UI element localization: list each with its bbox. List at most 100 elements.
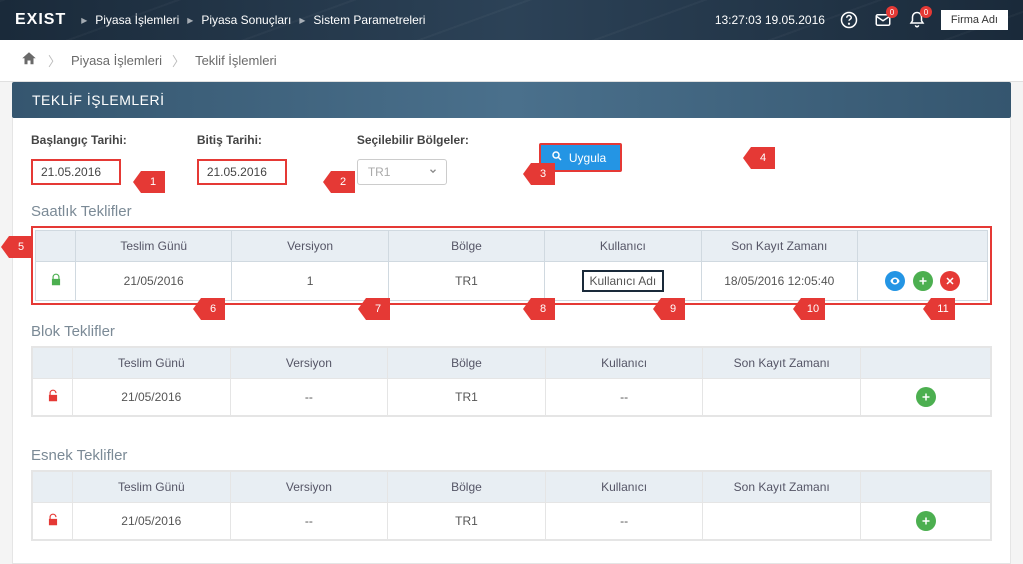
cell-region: TR1	[388, 379, 546, 416]
section-title-hourly: Saatlık Teklifler	[31, 203, 992, 220]
top-right: 13:27:03 19.05.2016 0 0 Firma Adı	[715, 10, 1008, 30]
table-row: 21/05/2016 -- TR1 --	[33, 503, 991, 540]
col-versiyon: Versiyon	[230, 348, 388, 379]
filter-region: Seçilebilir Bölgeler: TR1	[357, 133, 469, 185]
col-teslim: Teslim Günü	[76, 231, 232, 262]
region-select-value: TR1	[368, 165, 391, 179]
col-actions	[861, 472, 991, 503]
mail-icon[interactable]: 0	[873, 10, 893, 30]
bell-badge: 0	[920, 6, 932, 18]
col-lock	[33, 348, 73, 379]
cell-actions	[861, 379, 991, 416]
logo: EXIST	[15, 11, 66, 29]
table-header-row: Teslim Günü Versiyon Bölge Kullanıcı Son…	[33, 472, 991, 503]
breadcrumb: 〉 Piyasa İşlemleri 〉 Teklif İşlemleri	[0, 40, 1023, 82]
start-date-input[interactable]	[31, 159, 121, 185]
nav-piyasa-islemleri[interactable]: Piyasa İşlemleri	[95, 13, 179, 27]
table-header-row: Teslim Günü Versiyon Bölge Kullanıcı Son…	[33, 348, 991, 379]
end-date-label: Bitiş Tarihi:	[197, 133, 287, 147]
cell-date: 21/05/2016	[73, 503, 231, 540]
chevron-right-icon: 〉	[172, 51, 185, 70]
col-actions	[861, 348, 991, 379]
user-box: Kullanıcı Adı	[582, 270, 665, 292]
content-wrap: Başlangıç Tarihi: Bitiş Tarihi: Seçilebi…	[12, 118, 1011, 564]
annotation-11: 11	[931, 298, 955, 320]
table-row: 21/05/2016 1 TR1 Kullanıcı Adı 18/05/201…	[36, 262, 988, 301]
nav-sistem-parametreleri[interactable]: Sistem Parametreleri	[313, 13, 425, 27]
firm-name-box[interactable]: Firma Adı	[941, 10, 1008, 30]
add-button[interactable]	[916, 387, 936, 407]
filter-start-date: Başlangıç Tarihi:	[31, 133, 127, 185]
annotation-8: 8	[531, 298, 555, 320]
help-icon[interactable]	[839, 10, 859, 30]
add-button[interactable]	[913, 271, 933, 291]
hourly-table-wrap: 5 Teslim Günü Versiyon Bölge Kullanıcı S…	[31, 226, 992, 305]
end-date-input[interactable]	[197, 159, 287, 185]
chevron-right-icon: ▸	[187, 13, 193, 27]
hourly-table: Teslim Günü Versiyon Bölge Kullanıcı Son…	[35, 230, 988, 301]
filter-end-date: Bitiş Tarihi:	[197, 133, 287, 185]
mail-badge: 0	[886, 6, 898, 18]
cell-last	[703, 503, 861, 540]
col-lock	[33, 472, 73, 503]
annotation-6: 6	[201, 298, 225, 320]
cell-region: TR1	[388, 262, 544, 301]
cell-version: --	[230, 379, 388, 416]
breadcrumb-item: Teklif İşlemleri	[195, 53, 277, 68]
lock-cell[interactable]	[33, 379, 73, 416]
start-date-label: Başlangıç Tarihi:	[31, 133, 127, 147]
region-label: Seçilebilir Bölgeler:	[357, 133, 469, 147]
bell-icon[interactable]: 0	[907, 10, 927, 30]
annotation-4: 4	[751, 147, 775, 169]
cell-last	[703, 379, 861, 416]
col-sonkayit: Son Kayıt Zamanı	[703, 472, 861, 503]
breadcrumb-item[interactable]: Piyasa İşlemleri	[71, 53, 162, 68]
annotation-7: 7	[366, 298, 390, 320]
annotation-10: 10	[801, 298, 825, 320]
cell-date: 21/05/2016	[73, 379, 231, 416]
col-versiyon: Versiyon	[230, 472, 388, 503]
apply-button-label: Uygula	[569, 151, 606, 165]
add-button[interactable]	[916, 511, 936, 531]
annotation-2: 2	[331, 171, 355, 193]
cell-user: --	[545, 379, 703, 416]
col-versiyon: Versiyon	[232, 231, 388, 262]
table-header-row: Teslim Günü Versiyon Bölge Kullanıcı Son…	[36, 231, 988, 262]
home-icon[interactable]	[20, 50, 38, 71]
annotation-5: 5	[9, 236, 33, 258]
col-bolge: Bölge	[388, 472, 546, 503]
view-button[interactable]	[885, 271, 905, 291]
flex-table-frame: Teslim Günü Versiyon Bölge Kullanıcı Son…	[31, 470, 992, 541]
cell-actions	[858, 262, 988, 301]
table-row: 21/05/2016 -- TR1 --	[33, 379, 991, 416]
annotation-9: 9	[661, 298, 685, 320]
cell-region: TR1	[388, 503, 546, 540]
block-table: Teslim Günü Versiyon Bölge Kullanıcı Son…	[32, 347, 991, 416]
col-teslim: Teslim Günü	[73, 348, 231, 379]
col-sonkayit: Son Kayıt Zamanı	[701, 231, 857, 262]
page-title: TEKLİF İŞLEMLERİ	[12, 82, 1011, 118]
chevron-right-icon: ▸	[81, 13, 87, 27]
cell-version: --	[230, 503, 388, 540]
region-select[interactable]: TR1	[357, 159, 447, 185]
cell-last: 18/05/2016 12:05:40	[701, 262, 857, 301]
datetime-display: 13:27:03 19.05.2016	[715, 13, 825, 27]
top-bar: EXIST ▸ Piyasa İşlemleri ▸ Piyasa Sonuçl…	[0, 0, 1023, 40]
cell-user: --	[545, 503, 703, 540]
nav-piyasa-sonuclari[interactable]: Piyasa Sonuçları	[201, 13, 291, 27]
col-teslim: Teslim Günü	[73, 472, 231, 503]
annotation-3: 3	[531, 163, 555, 185]
annotation-1: 1	[141, 171, 165, 193]
col-kullanici: Kullanıcı	[545, 472, 703, 503]
cell-actions	[861, 503, 991, 540]
block-table-frame: Teslim Günü Versiyon Bölge Kullanıcı Son…	[31, 346, 992, 417]
col-kullanici: Kullanıcı	[545, 231, 701, 262]
top-nav: ▸ Piyasa İşlemleri ▸ Piyasa Sonuçları ▸ …	[81, 13, 425, 27]
cell-date: 21/05/2016	[76, 262, 232, 301]
lock-cell[interactable]	[36, 262, 76, 301]
chevron-right-icon: 〉	[48, 51, 61, 70]
col-bolge: Bölge	[388, 348, 546, 379]
filter-bar: Başlangıç Tarihi: Bitiş Tarihi: Seçilebi…	[31, 133, 992, 185]
delete-button[interactable]	[940, 271, 960, 291]
lock-cell[interactable]	[33, 503, 73, 540]
